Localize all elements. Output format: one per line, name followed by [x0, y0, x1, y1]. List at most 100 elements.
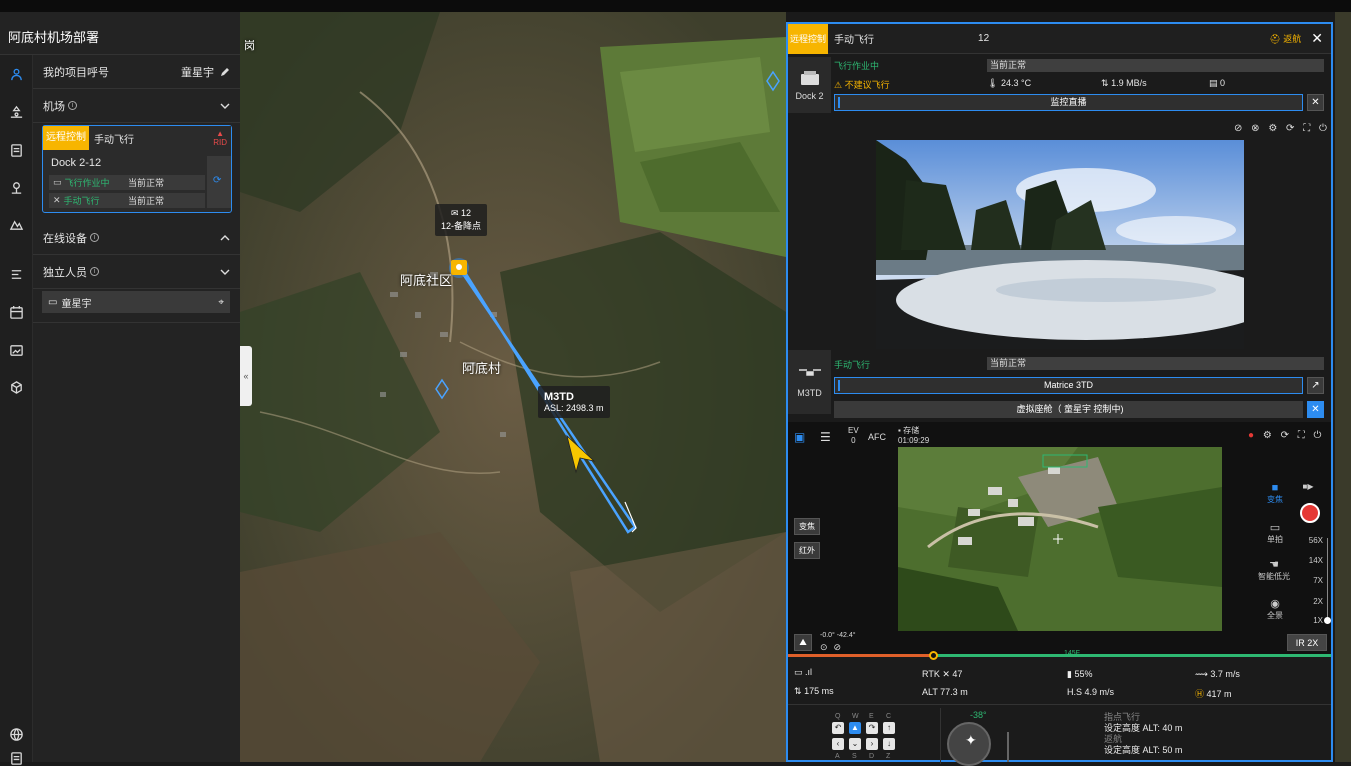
zoom-level-2x[interactable]: 2X	[1313, 597, 1323, 606]
info-icon[interactable]: i	[68, 101, 77, 110]
dock-network-value: 1.9 MB/s	[1111, 78, 1147, 88]
device-number: 12	[978, 33, 990, 44]
left-key[interactable]: ‹	[832, 738, 844, 750]
satellite-icon: ✕	[942, 669, 950, 679]
latency-value: 175 ms	[804, 686, 834, 696]
thermometer-icon: 🌡	[987, 78, 999, 88]
return-home-icon: ⛑	[1269, 34, 1281, 44]
map-annotation-icon[interactable]	[8, 179, 24, 195]
personnel-header[interactable]: 独立人员 i	[33, 255, 240, 289]
dock-card[interactable]: 远程控制 手动飞行 ▲ RID Dock 2-12 ▭ 飞行作业中 当前正常 ✕ 手动…	[42, 125, 232, 213]
storage-label: 存储	[903, 426, 920, 435]
flight-mode: 手动飞行	[834, 35, 875, 46]
dock-warning: ⚠ 不建议飞行	[834, 78, 890, 91]
dock-device-box: Dock 2	[788, 57, 831, 113]
zoom-slider-thumb[interactable]	[1324, 617, 1331, 624]
rotate-left-key[interactable]: ↶	[832, 722, 844, 734]
dock-storage-value: 0	[1220, 78, 1226, 88]
live-monitor-button[interactable]: 监控直播	[834, 94, 1303, 111]
zoom-level-1x[interactable]: 1X	[1313, 616, 1323, 625]
dock-status-label: 飞行作业中	[64, 178, 110, 188]
timeline-bar[interactable]: 145F	[788, 650, 1331, 660]
zoom-cam-option[interactable]: ■ 变焦	[1263, 482, 1287, 505]
globe-icon[interactable]	[8, 726, 24, 742]
map-label-community: 阿底社区	[400, 273, 453, 288]
zoom-level-14x[interactable]: 14X	[1309, 556, 1323, 565]
monitor-icon: ▭	[53, 177, 62, 187]
rotate-right-key[interactable]: ↷	[866, 722, 878, 734]
record-button[interactable]	[1300, 503, 1320, 523]
model-icon[interactable]	[8, 216, 24, 232]
team-icon[interactable]	[8, 66, 24, 82]
cockpit-icon[interactable]: ✕	[1307, 401, 1324, 418]
info-icon[interactable]: i	[90, 267, 99, 276]
close-icon[interactable]: ✕	[1311, 30, 1323, 47]
signal-indicator: ▭ .ıl	[794, 667, 812, 678]
return-home-alt: 设定高度 ALT: 50 m	[1104, 745, 1183, 755]
ir-zoom-button[interactable]: IR 2X	[1287, 634, 1327, 651]
photo-icon[interactable]	[8, 342, 24, 358]
satellite-imagery	[240, 12, 786, 762]
collapse-panel-button[interactable]: «	[240, 346, 252, 406]
zoom-mode-button[interactable]: 变焦	[794, 518, 820, 535]
drone-tooltip[interactable]: M3TD ASL: 2498.3 m	[538, 386, 610, 418]
virtual-cockpit-button[interactable]: 虚拟座舱（ 童星宇 控制中)	[834, 401, 1303, 418]
dock-marker-tooltip[interactable]: ✉ 12 12-备降点	[435, 204, 488, 236]
airport-section-header[interactable]: 机场 i	[33, 89, 240, 123]
zoom-slider[interactable]: 56X 14X 7X 2X 1X	[1300, 536, 1332, 626]
backward-key[interactable]: ⌄	[849, 738, 861, 750]
drone-icon: ✕	[53, 195, 61, 205]
dock-temperature: 🌡 24.3 °C	[987, 78, 1031, 89]
map-view[interactable]: 阿底社区 阿底村 岗 ✉ 12 12-备降点 M3TD ASL: 2498.3 …	[240, 12, 786, 762]
chevron-down-icon[interactable]	[220, 101, 230, 111]
return-home-button[interactable]: ⛑ 返航	[1269, 32, 1301, 45]
tools-icon[interactable]: ✕	[1307, 94, 1324, 111]
waypoint-icon[interactable]	[8, 104, 24, 120]
infrared-mode-button[interactable]: 红外	[794, 542, 820, 559]
key-q-label: Q	[835, 713, 841, 720]
calendar-icon[interactable]	[8, 304, 24, 320]
key-a-label: A	[835, 753, 840, 760]
sync-icon[interactable]: ⟳	[213, 175, 221, 186]
right-key[interactable]: ›	[866, 738, 878, 750]
task-icon[interactable]	[8, 266, 24, 282]
cube-icon[interactable]	[8, 379, 24, 395]
storage-info: ▪ 存储 01:09:29	[898, 426, 929, 446]
smart-lowlight-option[interactable]: ☚ 智能低光	[1256, 558, 1292, 582]
share-icon[interactable]: ↗	[1307, 377, 1324, 394]
rid-icon: ▲	[216, 129, 225, 138]
chevron-down-icon[interactable]	[220, 267, 230, 277]
ev-setting[interactable]: EV 0	[848, 426, 859, 446]
drone-model-button[interactable]: Matrice 3TD	[834, 377, 1303, 394]
timeline-marker[interactable]	[929, 651, 938, 660]
afc-button[interactable]: AFC	[868, 432, 886, 442]
project-title: 阿底村机场部署	[0, 12, 240, 55]
chevron-up-icon[interactable]	[220, 233, 230, 243]
settings-sliders-icon[interactable]: ☰	[820, 430, 831, 444]
camera-icon[interactable]: ▣	[794, 430, 805, 444]
media-icon[interactable]	[8, 142, 24, 158]
descend-key[interactable]: ↓	[883, 738, 895, 750]
dock-video-toolbar[interactable]: ⊘ ⊗ ⚙ ⟳ ⛶ ⏻	[1234, 123, 1330, 134]
zoom-level-7x[interactable]: 7X	[1313, 576, 1323, 585]
personnel-title: 独立人员	[43, 266, 87, 279]
locate-icon[interactable]: ⌖	[218, 297, 224, 308]
ascend-key[interactable]: ↑	[883, 722, 895, 734]
edit-icon[interactable]	[220, 67, 230, 77]
info-icon[interactable]: i	[90, 233, 99, 242]
ai-icon[interactable]: ⛰	[794, 634, 812, 651]
drone-status: 手动飞行	[834, 360, 871, 370]
return-home-label: 返航	[1104, 734, 1123, 744]
battery: ▮ 55%	[1067, 669, 1092, 680]
online-devices-header[interactable]: 在线设备 i	[33, 221, 240, 255]
drone-video-toolbar[interactable]: ● ⚙ ⟳ ⛶ ⏻	[1248, 430, 1324, 441]
flight-mode-label: 手动飞行	[94, 134, 134, 146]
video-record-icon[interactable]: ■▶	[1300, 482, 1316, 491]
document-icon[interactable]	[8, 750, 24, 766]
battery-icon: ▮	[1067, 669, 1072, 679]
person-item[interactable]: ▭ 童星宇 ⌖	[42, 291, 230, 313]
single-shot-option[interactable]: ▭ 单拍	[1263, 521, 1287, 545]
zoom-level-56x[interactable]: 56X	[1309, 536, 1323, 545]
panorama-option[interactable]: ◉ 全景	[1263, 597, 1287, 621]
forward-key[interactable]: ▲	[849, 722, 861, 734]
